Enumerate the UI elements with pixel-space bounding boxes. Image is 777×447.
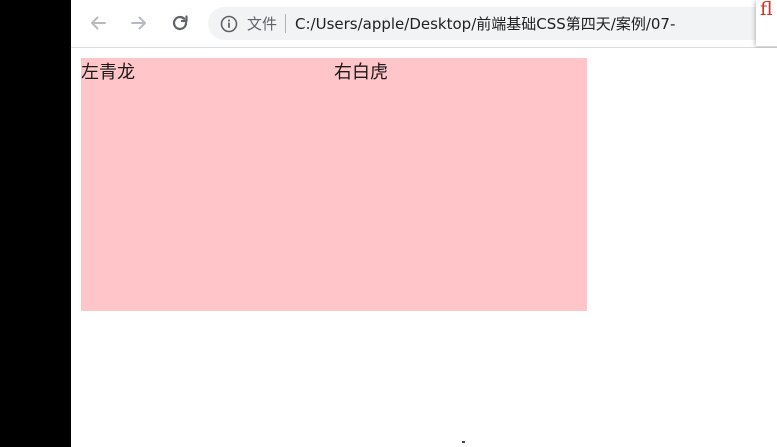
popup-text: fl (760, 0, 773, 20)
popup-card: fl (756, 0, 777, 46)
info-icon[interactable] (220, 15, 238, 33)
arrow-right-icon (131, 16, 146, 30)
forward-button[interactable] (126, 10, 152, 36)
omnibox-divider (285, 14, 287, 33)
arrow-left-icon (91, 16, 106, 30)
address-bar[interactable]: 文件 C:/Users/apple/Desktop/前端基础CSS第四天/案例/… (208, 7, 777, 40)
page-viewport: 左青龙 右白虎 (71, 48, 777, 447)
browser-toolbar: 文件 C:/Users/apple/Desktop/前端基础CSS第四天/案例/… (71, 0, 777, 48)
stray-mark (462, 441, 465, 443)
left-text: 左青龙 (81, 62, 135, 83)
browser-window: 文件 C:/Users/apple/Desktop/前端基础CSS第四天/案例/… (71, 0, 777, 447)
pink-box: 左青龙 右白虎 (81, 58, 587, 311)
reload-icon (172, 15, 188, 31)
screen-black-area (0, 0, 71, 447)
url-text[interactable]: C:/Users/apple/Desktop/前端基础CSS第四天/案例/07- (295, 13, 675, 34)
back-button[interactable] (85, 10, 111, 36)
reload-button[interactable] (167, 10, 193, 36)
security-label: 文件 (247, 15, 278, 33)
right-text: 右白虎 (334, 62, 388, 83)
